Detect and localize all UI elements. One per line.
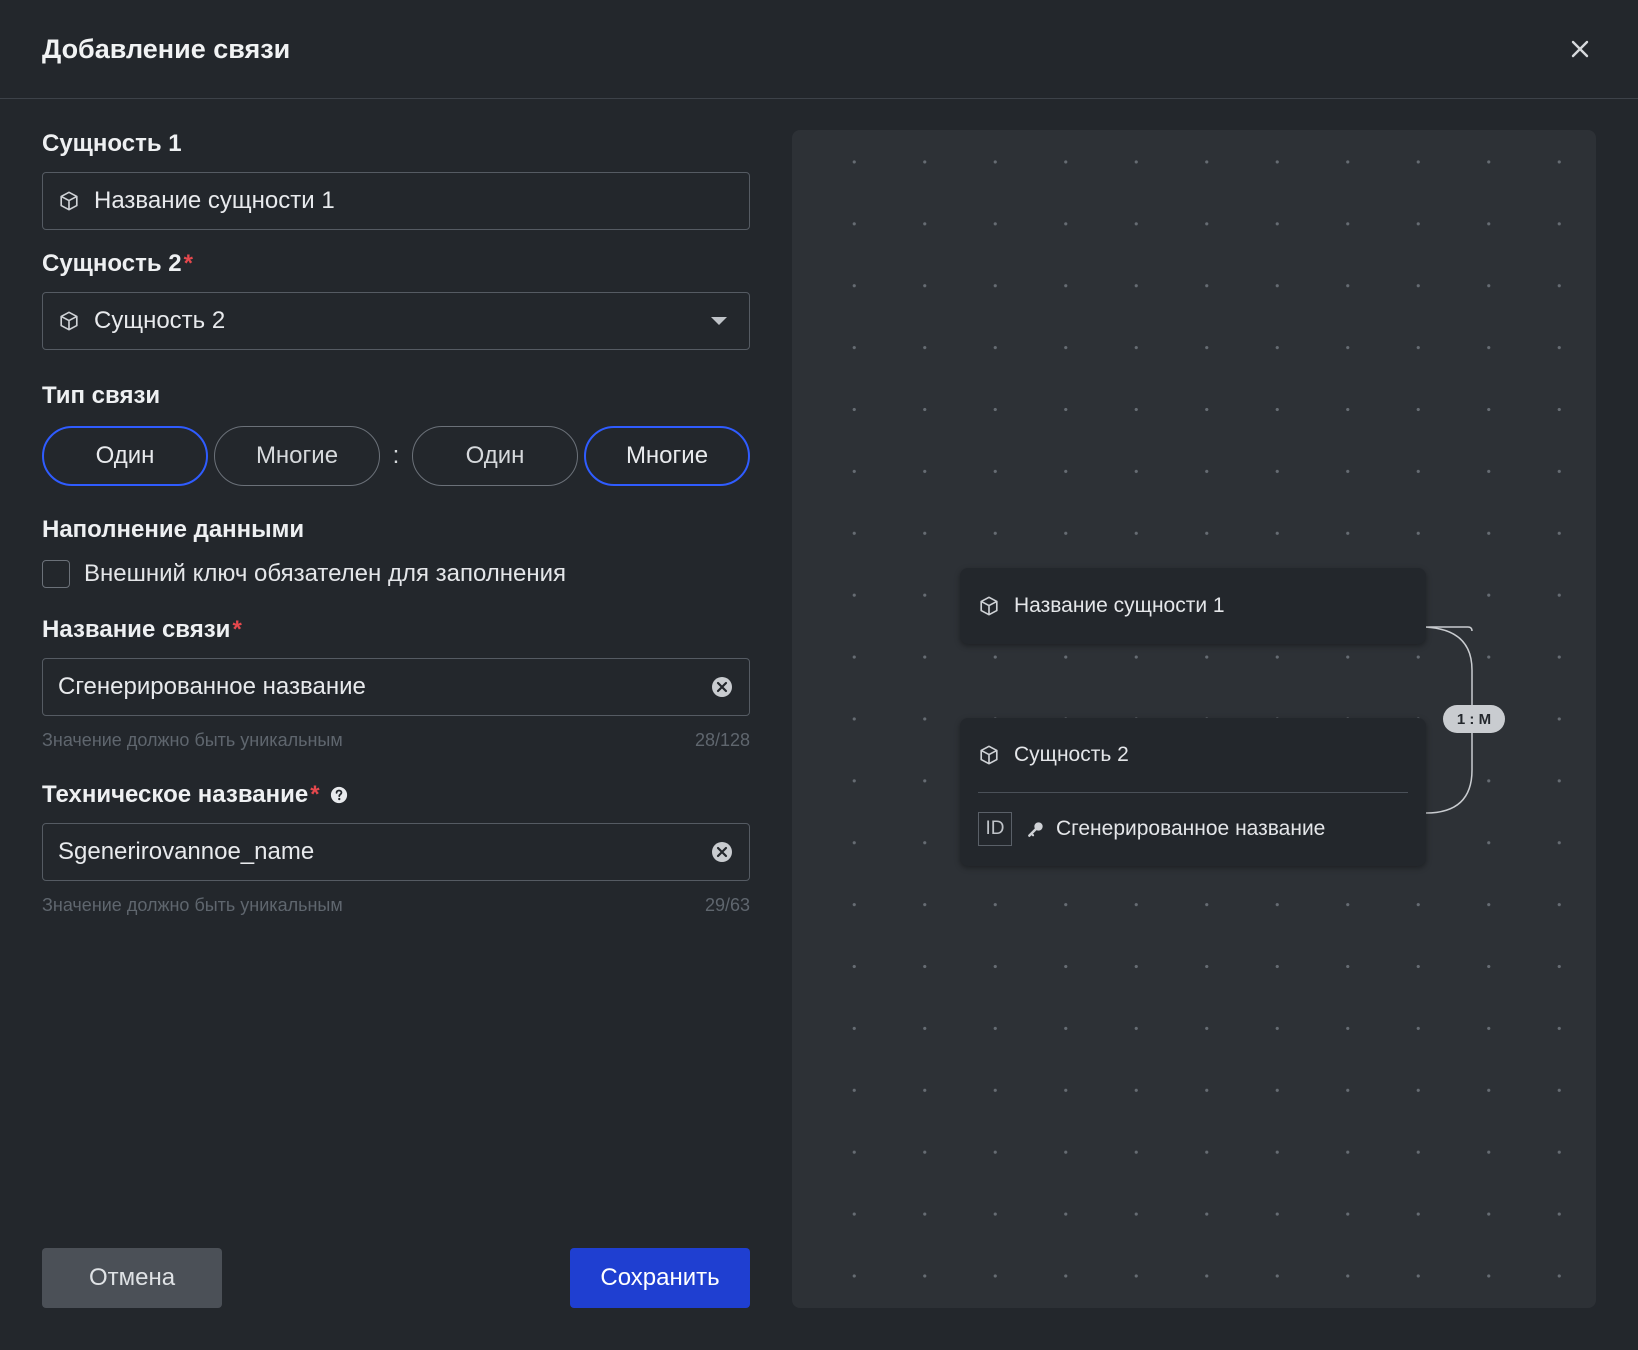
add-relation-dialog: Добавление связи Сущность 1 Название сущ… bbox=[0, 0, 1638, 1350]
chevron-down-icon bbox=[711, 317, 727, 325]
entity1-label: Сущность 1 bbox=[42, 130, 182, 157]
entity2-node-title: Сущность 2 bbox=[1014, 743, 1129, 766]
entity2-node[interactable]: Сущность 2 ID Сгенерированное название bbox=[960, 718, 1426, 866]
entity1-value: Название сущности 1 bbox=[94, 187, 335, 214]
technical-name-field bbox=[42, 823, 750, 881]
relation-type-label: Тип связи bbox=[42, 382, 161, 409]
right-option-many[interactable]: Многие bbox=[584, 426, 750, 486]
data-fill-label: Наполнение данными bbox=[42, 516, 305, 543]
right-option-one[interactable]: Один bbox=[412, 426, 578, 486]
dialog-title: Добавление связи bbox=[42, 33, 291, 64]
entity2-label: Сущность 2 * bbox=[42, 250, 193, 277]
relation-type-selector: Один Многие : Один Многие bbox=[42, 426, 750, 486]
dialog-footer: Отмена Сохранить bbox=[42, 1248, 750, 1308]
key-icon bbox=[1028, 822, 1043, 837]
required-mark: * bbox=[310, 781, 320, 808]
relation-form: Сущность 1 Название сущности 1 Сущность … bbox=[42, 130, 750, 916]
cube-icon bbox=[980, 596, 998, 616]
technical-name-hint: Значение должно быть уникальным bbox=[42, 895, 343, 915]
cancel-button[interactable]: Отмена bbox=[42, 1248, 222, 1308]
relation-name-field bbox=[42, 658, 750, 716]
close-icon bbox=[1571, 40, 1589, 58]
foreign-key-required-checkbox[interactable] bbox=[42, 560, 70, 588]
technical-name-hint-row: Значение должно быть уникальным 29/63 bbox=[42, 895, 750, 916]
relation-name-label: Название связи * bbox=[42, 616, 242, 643]
left-option-many[interactable]: Многие bbox=[214, 426, 380, 486]
foreign-key-required-row: Внешний ключ обязателен для заполнения bbox=[42, 560, 750, 588]
entity1-field: Название сущности 1 bbox=[42, 172, 750, 230]
entity2-value: Сущность 2 bbox=[94, 307, 226, 334]
relation-name-counter: 28/128 bbox=[694, 730, 750, 750]
entity2-node-field: ID Сгенерированное название bbox=[960, 793, 1426, 865]
entity2-select[interactable]: Сущность 2 bbox=[42, 292, 750, 350]
dialog-header: Добавление связи bbox=[0, 0, 1638, 99]
foreign-key-required-label: Внешний ключ обязателен для заполнения bbox=[84, 560, 567, 587]
entity2-node-field-name: Сгенерированное название bbox=[1056, 817, 1326, 840]
entity1-node-header: Название сущности 1 bbox=[960, 568, 1426, 644]
close-button[interactable] bbox=[1564, 33, 1596, 65]
cube-icon bbox=[60, 311, 78, 331]
relation-name-hint-row: Значение должно быть уникальным 28/128 bbox=[42, 730, 750, 751]
relation-name-input[interactable] bbox=[58, 673, 710, 701]
left-option-one[interactable]: Один bbox=[42, 426, 208, 486]
entity1-node[interactable]: Название сущности 1 bbox=[960, 568, 1426, 644]
technical-name-counter: 29/63 bbox=[704, 895, 750, 915]
cube-icon bbox=[980, 745, 998, 765]
clear-icon[interactable] bbox=[710, 840, 734, 864]
diagram-preview-canvas: Название сущности 1 Сущность 2 ID Сгенер… bbox=[792, 130, 1596, 1308]
relation-separator: : bbox=[392, 442, 400, 469]
required-mark: * bbox=[232, 616, 242, 643]
entity1-node-title: Название сущности 1 bbox=[1014, 594, 1225, 617]
technical-name-label: Техническое название * bbox=[42, 781, 750, 809]
clear-icon[interactable] bbox=[710, 675, 734, 699]
id-badge: ID bbox=[978, 812, 1012, 846]
help-icon[interactable] bbox=[330, 786, 348, 804]
relation-name-hint: Значение должно быть уникальным bbox=[42, 730, 343, 750]
required-mark: * bbox=[183, 250, 193, 277]
relation-cardinality-badge: 1 : M bbox=[1443, 705, 1505, 733]
save-button[interactable]: Сохранить bbox=[570, 1248, 750, 1308]
entity2-node-header: Сущность 2 bbox=[960, 718, 1426, 792]
technical-name-input[interactable] bbox=[58, 838, 710, 866]
cube-icon bbox=[60, 191, 78, 211]
